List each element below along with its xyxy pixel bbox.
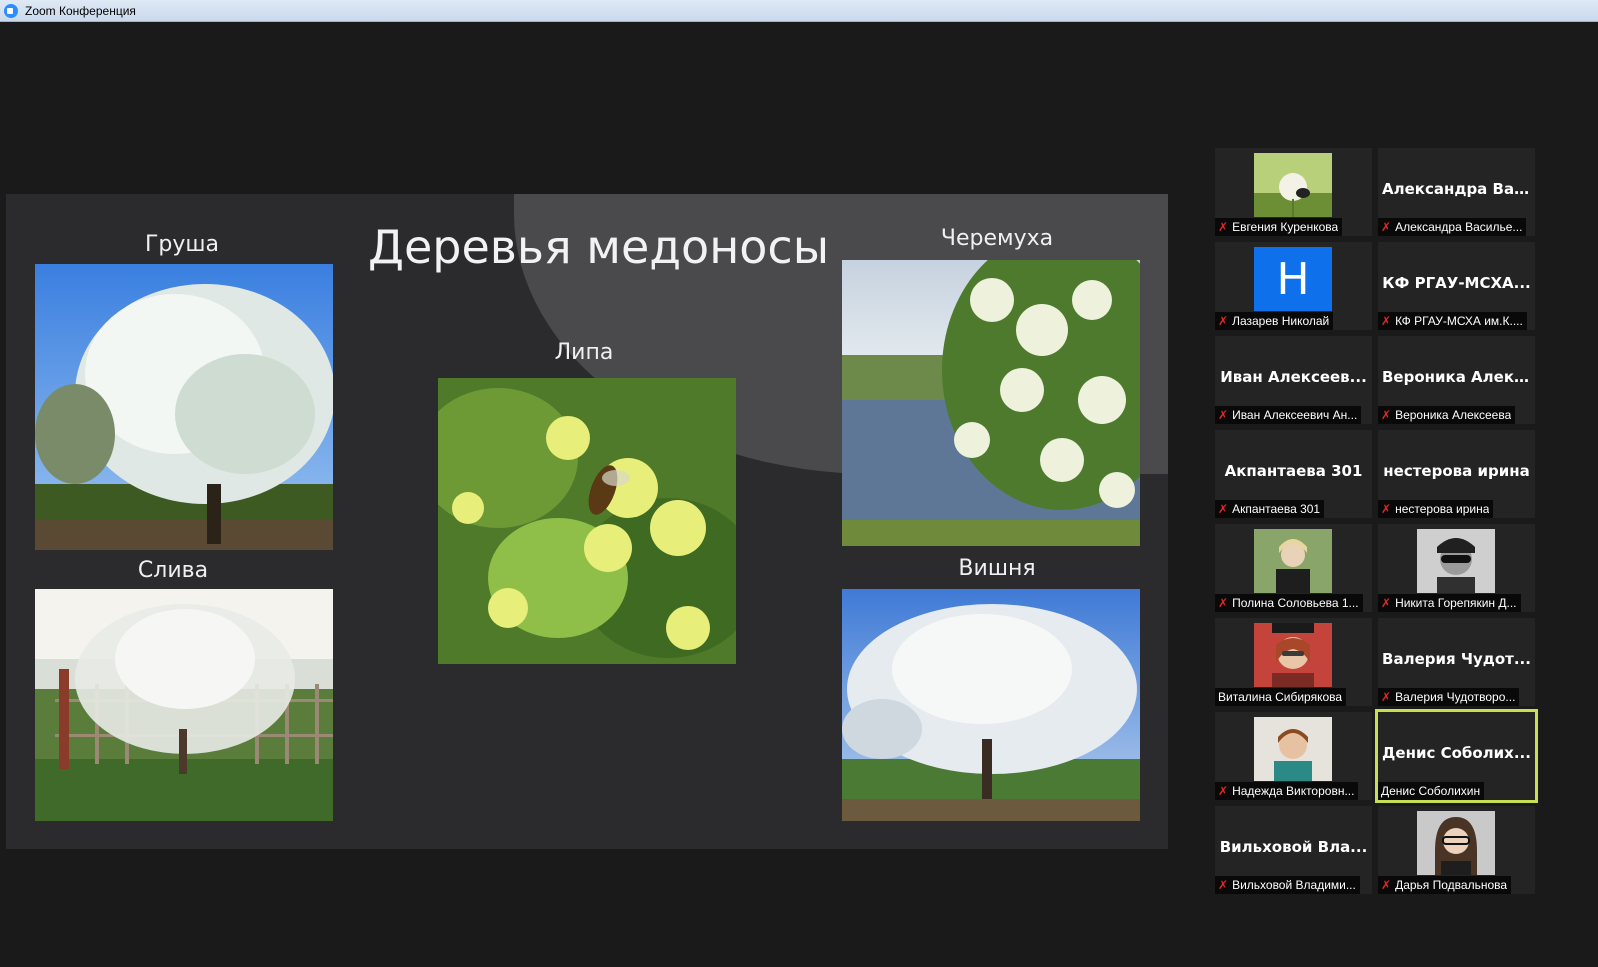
mic-muted-icon: ✗ [1381,220,1392,234]
caption-bird-cherry: Черемуха [940,226,1054,251]
linden-bee-photo [438,378,736,664]
participant-label: ✗ Александра Василье... [1378,218,1527,236]
participant-display-name: Вероника Алек... [1382,368,1531,386]
mic-muted-icon: ✗ [1218,596,1229,610]
window-title: Zoom Конференция [25,3,136,18]
participant-label: ✗ Никита Горепякин Д... [1378,594,1521,612]
participant-display-name: КФ РГАУ-МСХА... [1382,274,1531,292]
participant-tile[interactable]: Акпантаева 301 ✗ Акпантаева 301 [1215,430,1372,518]
bird-cherry-photo [842,260,1140,546]
participant-label: ✗ Вероника Алексеева [1378,406,1516,424]
participant-label: ✗ Лазарев Николай [1215,312,1334,330]
participant-tile[interactable]: КФ РГАУ-МСХА... ✗ КФ РГАУ-МСХА им.К.... [1378,242,1535,330]
person-photo-icon [1417,529,1495,593]
mic-muted-icon: ✗ [1218,502,1229,516]
participant-tile-active-speaker[interactable]: Денис Соболих... Денис Соболихин [1375,709,1538,803]
participant-label: Виталина Сибирякова [1215,688,1347,706]
participant-tile[interactable]: ✗ Надежда Викторовн... [1215,712,1372,800]
participant-tile[interactable]: Н ✗ Лазарев Николай [1215,242,1372,330]
participant-label: Денис Соболихин [1378,782,1485,800]
participant-tile[interactable]: Александра Ва... ✗ Александра Василье... [1378,148,1535,236]
shared-screen-slide: Деревья медоносы Груша Слива Липа Черему… [6,194,1168,849]
participant-tile[interactable]: Иван Алексеев... ✗ Иван Алексеевич Ан... [1215,336,1372,424]
cherry-tree-photo [842,589,1140,821]
meeting-area: Деревья медоносы Груша Слива Липа Черему… [0,22,1598,967]
mic-muted-icon: ✗ [1218,220,1229,234]
mic-muted-icon: ✗ [1381,314,1392,328]
mic-muted-icon: ✗ [1381,502,1392,516]
slide-title: Деревья медоносы [368,220,830,274]
participant-label: ✗ нестерова ирина [1378,500,1494,518]
participant-display-name: Иван Алексеев... [1220,368,1367,386]
participant-label: ✗ Валерия Чудотворо... [1378,688,1520,706]
participant-label: ✗ Полина Соловьева 1... [1215,594,1363,612]
participant-tile[interactable]: Валерия Чудот... ✗ Валерия Чудотворо... [1378,618,1535,706]
participant-tile[interactable]: Вильховой Вла... ✗ Вильховой Владими... [1215,806,1372,894]
participant-tile[interactable]: нестерова ирина ✗ нестерова ирина [1378,430,1535,518]
caption-pear: Груша [144,232,219,257]
participant-label: ✗ Иван Алексеевич Ан... [1215,406,1362,424]
participant-display-name: Акпантаева 301 [1224,462,1363,480]
participant-tile[interactable]: ✗ Полина Соловьева 1... [1215,524,1372,612]
participant-tile[interactable]: Виталина Сибирякова [1215,618,1372,706]
person-photo-icon [1417,811,1495,875]
caption-linden: Липа [554,340,614,365]
participant-display-name: Вильховой Вла... [1219,838,1368,856]
participant-label: ✗ Акпантаева 301 [1215,500,1325,518]
person-photo-icon [1254,623,1332,687]
person-photo-icon [1254,717,1332,781]
mic-muted-icon: ✗ [1381,408,1392,422]
window-titlebar: Zoom Конференция [0,0,1598,22]
participant-label: ✗ Надежда Викторовн... [1215,782,1359,800]
caption-cherry: Вишня [958,556,1036,581]
zoom-app-icon [4,3,18,18]
participant-display-name: нестерова ирина [1383,462,1530,480]
mic-muted-icon: ✗ [1218,878,1229,892]
pear-tree-photo [35,264,333,550]
participant-tile[interactable]: Вероника Алек... ✗ Вероника Алексеева [1378,336,1535,424]
mic-muted-icon: ✗ [1218,314,1229,328]
mic-muted-icon: ✗ [1381,690,1392,704]
participant-display-name: Денис Соболих... [1382,744,1531,762]
letter-avatar: Н [1254,247,1332,311]
person-photo-icon [1254,529,1332,593]
participant-display-name: Александра Ва... [1382,180,1531,198]
participant-tile[interactable]: ✗ Евгения Куренкова [1215,148,1372,236]
participant-tile[interactable]: ✗ Никита Горепякин Д... [1378,524,1535,612]
participant-tile[interactable]: ✗ Дарья Подвальнова [1378,806,1535,894]
mic-muted-icon: ✗ [1218,784,1229,798]
flower-photo-icon [1254,153,1332,217]
caption-plum: Слива [137,558,209,583]
mic-muted-icon: ✗ [1218,408,1229,422]
participant-label: ✗ Дарья Подвальнова [1378,876,1512,894]
participant-label: ✗ Евгения Куренкова [1215,218,1343,236]
participant-label: ✗ Вильховой Владими... [1215,876,1360,894]
participant-display-name: Валерия Чудот... [1382,650,1531,668]
mic-muted-icon: ✗ [1381,878,1392,892]
mic-muted-icon: ✗ [1381,596,1392,610]
plum-tree-photo [35,589,333,821]
participant-label: ✗ КФ РГАУ-МСХА им.К.... [1378,312,1527,330]
